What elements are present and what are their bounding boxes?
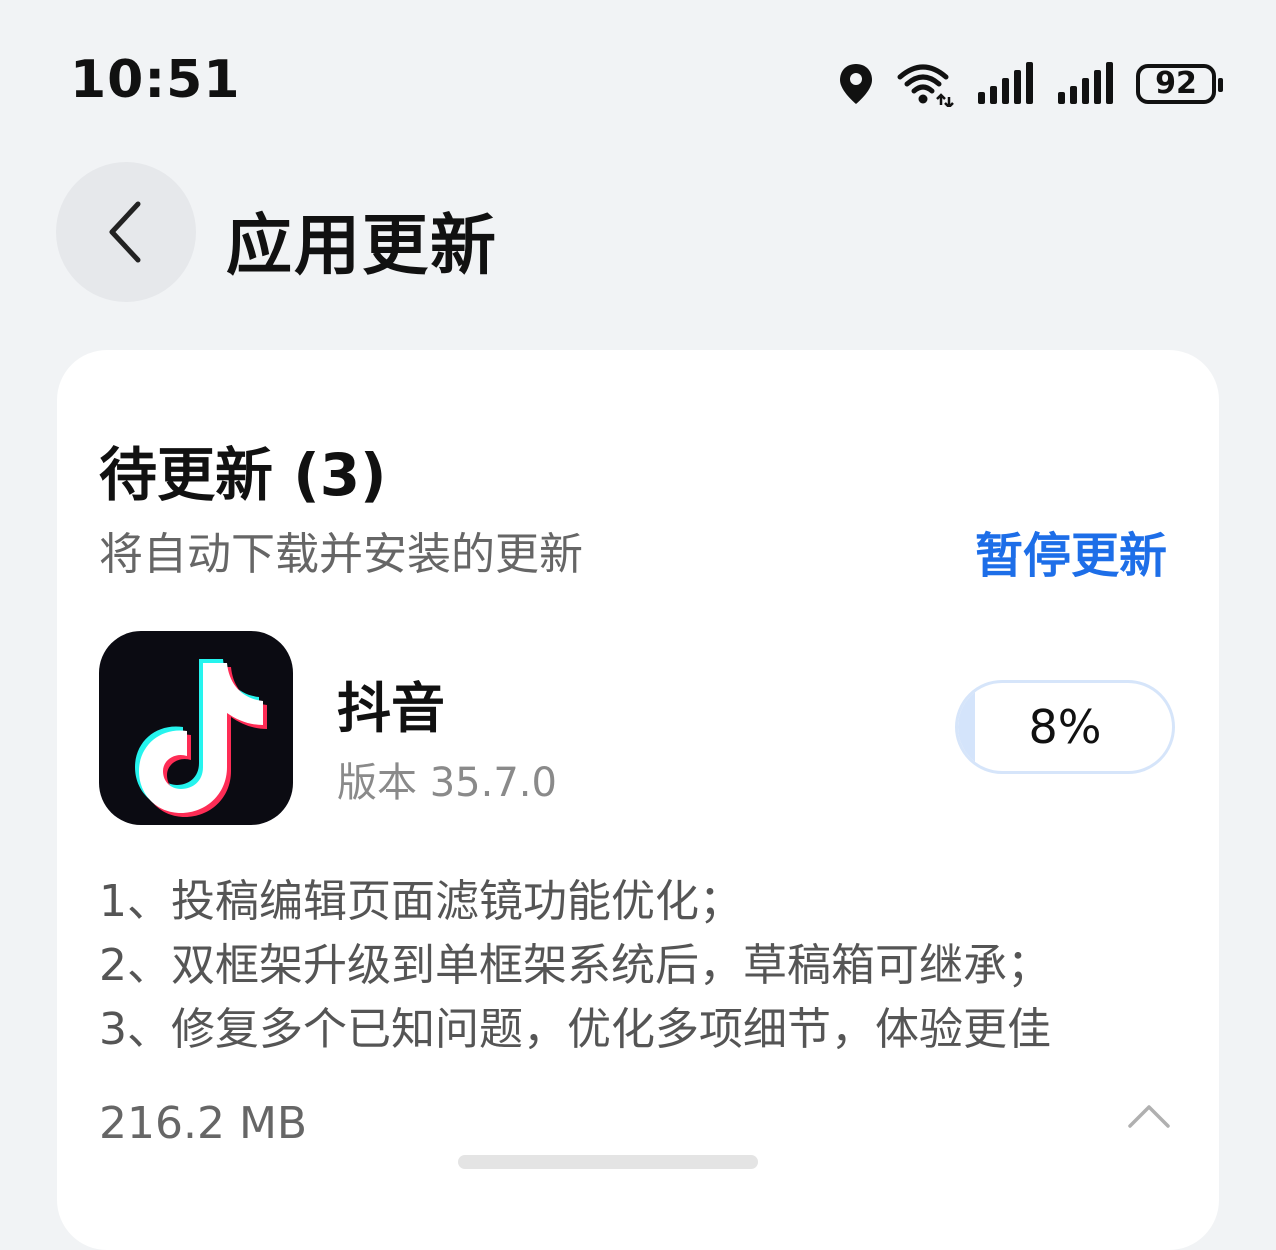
signal-icon — [1058, 62, 1113, 104]
tiktok-logo — [135, 659, 267, 817]
chevron-left-icon — [109, 201, 141, 263]
location-icon — [840, 64, 872, 104]
battery-level: 92 — [1155, 66, 1197, 101]
header: 应用更新 — [0, 160, 1276, 302]
page-title: 应用更新 — [226, 207, 498, 284]
release-note-line: 2、双框架升级到单框架系统后，草稿箱可继承； — [99, 940, 1051, 991]
status-bar: 10:51 92 — [0, 0, 1276, 160]
battery-icon: 92 — [1136, 64, 1223, 104]
app-size: 216.2 MB — [99, 1098, 308, 1149]
release-note-line: 1、投稿编辑页面滤镜功能优化； — [99, 876, 743, 927]
pause-updates-button[interactable]: 暂停更新 — [975, 516, 1167, 586]
section-title: 待更新 (3) — [99, 441, 387, 509]
download-progress-button[interactable]: 8% — [955, 680, 1175, 774]
release-notes: 1、投稿编辑页面滤镜功能优化； 2、双框架升级到单框架系统后，草稿箱可继承； 3… — [99, 870, 1189, 1062]
app-version: 版本 35.7.0 — [337, 760, 557, 806]
release-note-line: 3、修复多个已知问题，优化多项细节，体验更佳 — [99, 1004, 1051, 1055]
app-icon[interactable] — [99, 631, 293, 825]
signal-icon — [978, 62, 1033, 104]
status-time: 10:51 — [70, 50, 241, 110]
section-subtitle: 将自动下载并安装的更新 — [99, 529, 583, 580]
app-name: 抖音 — [337, 677, 445, 740]
status-icons: 92 — [816, 56, 1223, 112]
pending-updates-card: 待更新 (3) 将自动下载并安装的更新 暂停更新 抖音 版本 35.7.0 8%… — [57, 350, 1219, 1250]
progress-label: 8% — [1028, 700, 1102, 754]
chevron-up-icon[interactable] — [1127, 1102, 1171, 1130]
home-indicator[interactable] — [458, 1155, 758, 1169]
back-button[interactable] — [56, 162, 196, 302]
wifi-icon — [897, 64, 954, 107]
